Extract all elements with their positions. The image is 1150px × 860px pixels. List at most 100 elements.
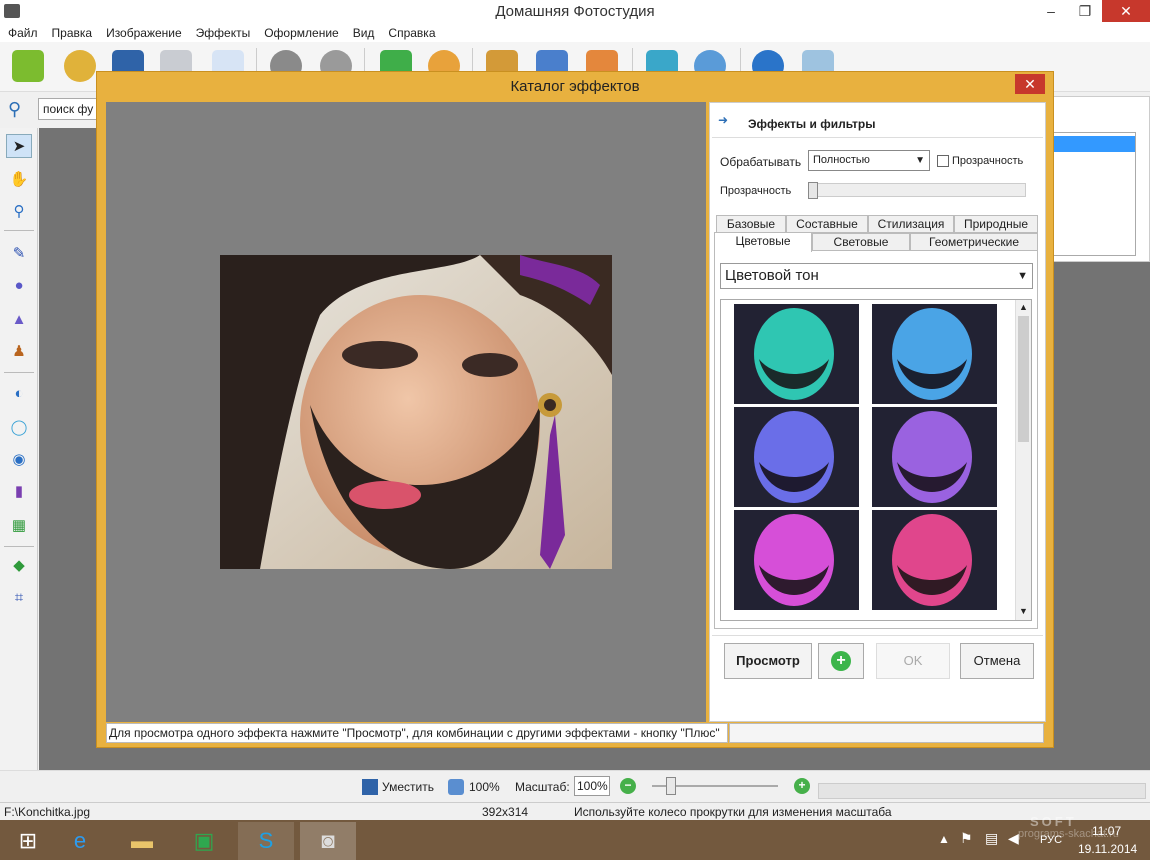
preview-button[interactable]: Просмотр [724, 643, 812, 679]
ellipse-select-icon[interactable]: ◐ [6, 382, 32, 406]
scroll-up-icon[interactable]: ▲ [1016, 300, 1031, 314]
preview-photo [220, 255, 612, 569]
start-windows-icon[interactable]: ⊞ [0, 822, 56, 860]
store-icon[interactable]: ▣ [176, 822, 232, 860]
effect-thumbnails-list: ▲ ▼ [720, 299, 1032, 621]
effects-catalog-dialog: Каталог эффектов ✕ Для просмотра одного … [96, 71, 1054, 748]
dialog-hint-text: Для просмотра одного эффекта нажмите "Пр… [106, 723, 728, 743]
open-folder-icon[interactable] [12, 50, 44, 82]
dialog-close-button[interactable]: ✕ [1015, 74, 1045, 94]
tab-color[interactable]: Цветовые [714, 232, 812, 252]
left-toolbox: ➤ ✋ ⚲ ✎ ● ▲ ♟ ◐ ◯ ◉ ▮ ▦ ◆ ⌗ [0, 128, 38, 770]
menu-file[interactable]: Файл [8, 24, 38, 42]
tab-light[interactable]: Световые [812, 233, 910, 251]
transparency-slider[interactable] [808, 183, 1026, 197]
menu-effects[interactable]: Эффекты [196, 24, 251, 42]
transparency-checkbox[interactable] [937, 155, 949, 167]
effect-thumbnail[interactable] [734, 407, 859, 507]
effect-select-value: Цветовой тон [725, 267, 819, 284]
progress-field [818, 783, 1146, 799]
transparency-slider-label: Прозрачность [720, 185, 792, 197]
zoom-icon[interactable]: ⚲ [6, 200, 32, 224]
menu-view[interactable]: Вид [353, 24, 375, 42]
effect-search-bar: ⚲ поиск фу [0, 94, 100, 126]
zoom-in-icon[interactable]: + [794, 778, 810, 794]
gradient-icon[interactable]: ▮ [6, 480, 32, 504]
eraser-icon[interactable]: ◆ [6, 554, 32, 578]
brush-icon[interactable]: ✎ [6, 242, 32, 266]
file-explorer-icon[interactable]: ▬ [114, 822, 170, 860]
photostudio-taskbar-icon[interactable]: ◙ [300, 822, 356, 860]
tab-geometric[interactable]: Геометрические [910, 233, 1038, 251]
tab-natural[interactable]: Природные [954, 215, 1038, 233]
effect-thumbnail[interactable] [872, 407, 997, 507]
zoom-slider-thumb[interactable] [666, 777, 676, 795]
blur-drop-icon[interactable]: ● [6, 274, 32, 298]
minimize-button[interactable]: – [1034, 0, 1068, 22]
effect-thumbnail[interactable] [734, 510, 859, 610]
tab-basic[interactable]: Базовые [716, 215, 786, 233]
layers-list-selected-row[interactable] [1049, 136, 1135, 152]
chevron-down-icon: ▼ [1017, 270, 1028, 282]
sharpen-icon[interactable]: ▲ [6, 308, 32, 332]
actual-zoom-icon[interactable] [448, 779, 464, 795]
thumbnails-scrollbar[interactable]: ▲ ▼ [1015, 300, 1031, 620]
transparency-slider-thumb[interactable] [808, 182, 818, 199]
panel-divider [712, 137, 1043, 138]
internet-explorer-icon[interactable]: e [52, 822, 108, 860]
stamp-icon[interactable]: ♟ [6, 340, 32, 364]
watermark-url: programs-skachat.ru [1018, 828, 1119, 840]
scale-label: Масштаб: [515, 780, 570, 794]
hand-icon[interactable]: ✋ [6, 168, 32, 192]
menu-image[interactable]: Изображение [106, 24, 182, 42]
process-select[interactable]: Полностью ▼ [808, 150, 930, 171]
status-hint: Используйте колесо прокрутки для изменен… [574, 805, 892, 819]
panel-header: Эффекты и фильтры [748, 117, 876, 131]
close-window-button[interactable]: ✕ [1102, 0, 1150, 22]
scroll-down-icon[interactable]: ▼ [1016, 604, 1031, 618]
network-icon[interactable]: ▤ [985, 830, 998, 847]
transparency-checkbox-label[interactable]: Прозрачность [952, 155, 1023, 167]
tab-stylization[interactable]: Стилизация [868, 215, 954, 233]
status-file-path: F:\Konchitka.jpg [4, 805, 91, 819]
fit-page-icon[interactable] [362, 779, 378, 795]
zoom-out-icon[interactable]: − [620, 778, 636, 794]
status-bar: F:\Konchitka.jpg 392x314 Используйте кол… [0, 802, 1150, 820]
add-effect-button[interactable]: + [818, 643, 864, 679]
effects-panel: ➜ Эффекты и фильтры Обрабатывать Полност… [709, 102, 1046, 722]
clock-date[interactable]: 19.11.2014 [1078, 842, 1137, 856]
lasso-icon[interactable]: ◯ [6, 416, 32, 440]
effect-select[interactable]: Цветовой тон ▼ [720, 263, 1033, 289]
fit-label[interactable]: Уместить [382, 780, 434, 794]
tool-divider [4, 546, 34, 547]
flag-icon[interactable]: ⚑ [960, 830, 973, 847]
zoom-bar: Уместить 100% Масштаб: 100% − + [0, 770, 1150, 802]
crop-icon[interactable]: ⌗ [6, 586, 32, 610]
window-title: Домашняя Фотостудия [495, 3, 655, 20]
scale-input[interactable]: 100% [574, 776, 610, 796]
tray-arrow-icon[interactable]: ▲ [938, 832, 950, 846]
search-input[interactable]: поиск фу [38, 98, 100, 120]
cancel-button[interactable]: Отмена [960, 643, 1034, 679]
dialog-title: Каталог эффектов [510, 78, 640, 95]
status-image-size: 392x314 [482, 805, 529, 819]
search-icon[interactable]: ⚲ [8, 98, 30, 120]
ok-button[interactable]: OK [876, 643, 950, 679]
tab-composite[interactable]: Составные [786, 215, 868, 233]
menu-design[interactable]: Оформление [264, 24, 338, 42]
windows-taskbar: ⊞ e ▬ ▣ S ◙ ▲ ⚑ ▤ ◀ РУС 11:07 19.11.2014… [0, 814, 1150, 860]
watermark-logo: SOFT [1030, 814, 1077, 829]
scrollbar-thumb[interactable] [1018, 316, 1029, 442]
skype-icon[interactable]: S [238, 822, 294, 860]
magic-select-icon[interactable]: ◉ [6, 448, 32, 472]
menu-edit[interactable]: Правка [52, 24, 93, 42]
effect-thumbnail[interactable] [872, 304, 997, 404]
pointer-icon[interactable]: ➤ [6, 134, 32, 158]
menu-help[interactable]: Справка [388, 24, 435, 42]
effect-thumbnail[interactable] [734, 304, 859, 404]
restore-button[interactable]: ❐ [1068, 0, 1102, 22]
film-reel-icon[interactable] [64, 50, 96, 82]
effect-thumbnail[interactable] [872, 510, 997, 610]
color-swap-icon[interactable]: ▦ [6, 514, 32, 538]
zoom-100-label[interactable]: 100% [469, 780, 500, 794]
